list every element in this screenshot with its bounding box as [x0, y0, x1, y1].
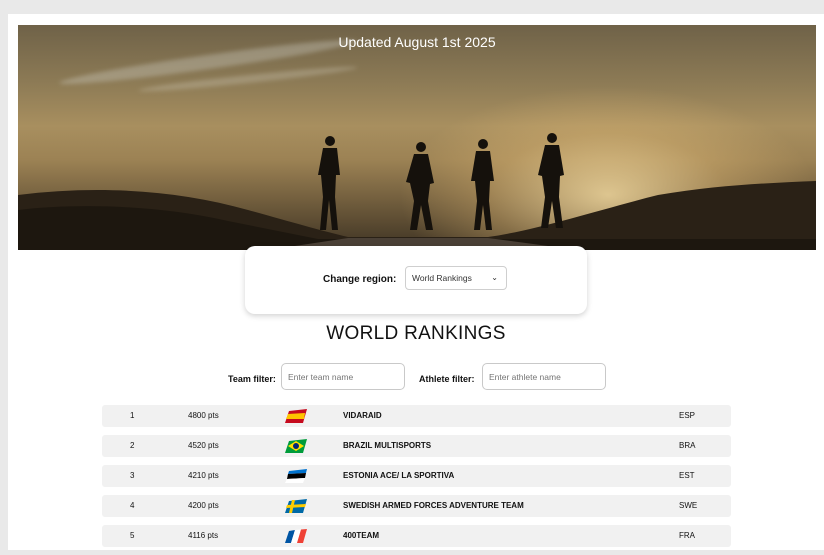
sweden-flag-icon: [285, 499, 307, 513]
region-select-value: World Rankings: [412, 273, 472, 283]
team-filter-input[interactable]: [281, 363, 405, 390]
ranking-row[interactable]: 4 4200 pts SWEDISH ARMED FORCES ADVENTUR…: [102, 495, 731, 517]
team-filter-label: Team filter:: [228, 374, 276, 384]
rank-points: 4800 pts: [188, 411, 219, 420]
team-name: ESTONIA ACE/ LA SPORTIVA: [343, 471, 455, 480]
ranking-row[interactable]: 3 4210 pts ESTONIA ACE/ LA SPORTIVA EST: [102, 465, 731, 487]
page-title: WORLD RANKINGS: [326, 323, 506, 344]
spain-flag-icon: [285, 409, 307, 423]
ranking-row[interactable]: 1 4800 pts VIDARAID ESP: [102, 405, 731, 427]
country-code: ESP: [679, 411, 696, 420]
athlete-filter-input[interactable]: [482, 363, 606, 390]
ranking-row[interactable]: 5 4116 pts 400TEAM FRA: [102, 525, 731, 547]
ranking-row[interactable]: 2 4520 pts BRAZIL MULTISPORTS BRA: [102, 435, 731, 457]
chevron-down-icon: ⌄: [491, 273, 498, 282]
hero-title: Updated August 1st 2025: [338, 34, 496, 50]
team-name: BRAZIL MULTISPORTS: [343, 441, 432, 450]
estonia-flag-icon: [285, 469, 307, 483]
france-flag-icon: [285, 529, 307, 543]
team-name: SWEDISH ARMED FORCES ADVENTURE TEAM: [343, 501, 524, 510]
rank-points: 4520 pts: [188, 441, 219, 450]
rankings-list: 1 4800 pts VIDARAID ESP 2 4520 pts BRAZI…: [102, 405, 731, 555]
team-name: 400TEAM: [343, 531, 380, 540]
rank-points: 4200 pts: [188, 501, 219, 510]
page: Updated August 1st 2025 Change region: W…: [8, 14, 824, 550]
rank-number: 5: [130, 531, 135, 540]
rank-points: 4116 pts: [188, 531, 219, 540]
country-code: EST: [679, 471, 695, 480]
athlete-filter-label: Athlete filter:: [419, 374, 475, 384]
country-code: FRA: [679, 531, 695, 540]
team-name: VIDARAID: [343, 411, 382, 420]
rank-number: 2: [130, 441, 135, 450]
rank-number: 3: [130, 471, 135, 480]
country-code: SWE: [679, 501, 698, 510]
region-label: Change region:: [323, 274, 397, 285]
region-select[interactable]: World Rankings ⌄: [405, 266, 507, 290]
region-selector-card: Change region: World Rankings ⌄: [245, 246, 587, 314]
country-code: BRA: [679, 441, 696, 450]
hero-banner: Updated August 1st 2025: [18, 25, 816, 250]
hero-silhouettes: [18, 133, 816, 250]
brazil-flag-icon: [285, 439, 307, 453]
rank-points: 4210 pts: [188, 471, 219, 480]
rank-number: 4: [130, 501, 135, 510]
rank-number: 1: [130, 411, 135, 420]
